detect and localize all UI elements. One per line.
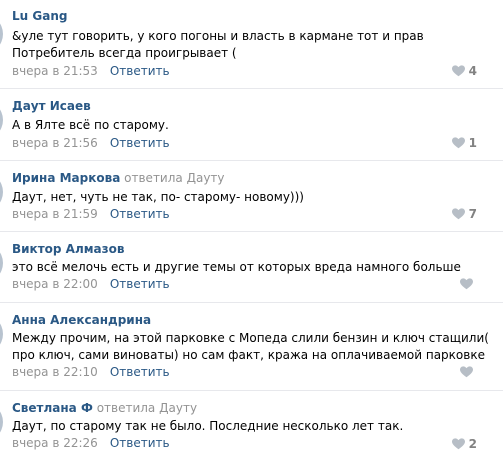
avatar[interactable] (0, 402, 3, 442)
comment-text: А в Ялте всё по старому. (12, 117, 169, 134)
reply-button[interactable]: Ответить (110, 64, 170, 78)
reply-button[interactable]: Ответить (110, 365, 170, 379)
comment-header: Анна Александрина (12, 313, 151, 327)
comment-meta: вчера в 21:53 Ответить (12, 64, 170, 78)
comment-header: Виктор Алмазов (12, 242, 124, 256)
comment-header: Светлана Ф ответила Дауту (12, 401, 197, 415)
comment-text-line: &уле тут говорить, у кого погоны и власт… (12, 29, 424, 43)
like-count: 2 (468, 437, 477, 451)
comment-text-line: Потребитель всегда проигрывает ( (12, 46, 237, 60)
heart-icon (451, 65, 465, 77)
divider (0, 88, 503, 89)
comment: Виктор Алмазов это всё мелочь есть и дру… (0, 231, 503, 302)
reply-button[interactable]: Ответить (110, 136, 170, 150)
heart-icon (451, 137, 465, 149)
comment-header: Даут Исаев (12, 99, 91, 113)
comment-text-line: Даут, нет, чуть не так, по- старому- нов… (12, 190, 304, 204)
author-link[interactable]: Светлана Ф (12, 401, 93, 415)
divider (0, 160, 503, 161)
like-count: 7 (468, 207, 477, 221)
comment-meta: вчера в 21:56 Ответить (12, 136, 170, 150)
like-count: 4 (468, 64, 477, 78)
avatar[interactable] (0, 172, 3, 212)
comment-header: Ирина Маркова ответила Дауту (12, 171, 225, 185)
comment-text: &уле тут говорить, у кого погоны и власт… (12, 28, 424, 62)
avatar[interactable] (0, 314, 3, 354)
comment-header: Lu Gang (12, 9, 67, 23)
divider (0, 231, 503, 232)
comment-meta: вчера в 22:00 Ответить (12, 277, 170, 291)
comment-text: Даут, по старому так не было. Последние … (12, 418, 403, 435)
avatar[interactable] (0, 243, 3, 283)
heart-icon (460, 366, 473, 378)
comment-meta: вчера в 21:59 Ответить (12, 207, 170, 221)
comment-text: Даут, нет, чуть не так, по- старому- нов… (12, 189, 304, 206)
comment-date[interactable]: вчера в 22:26 (12, 436, 98, 450)
comment: Lu Gang &уле тут говорить, у кого погоны… (0, 0, 503, 88)
heart-icon (451, 208, 465, 220)
like-button[interactable]: 2 (451, 437, 477, 451)
comment: Светлана Ф ответила Дауту Даут, по старо… (0, 390, 503, 460)
comment-text-line: А в Ялте всё по старому. (12, 118, 169, 132)
comment-text: это всё мелочь есть и другие темы от кот… (12, 259, 461, 276)
comment: Даут Исаев А в Ялте всё по старому. вчер… (0, 88, 503, 160)
author-link[interactable]: Анна Александрина (12, 313, 151, 327)
divider (0, 390, 503, 391)
like-button[interactable] (460, 366, 477, 378)
comment-date[interactable]: вчера в 21:53 (12, 64, 98, 78)
comment: Ирина Маркова ответила Дауту Даут, нет, … (0, 160, 503, 231)
like-button[interactable]: 7 (451, 207, 477, 221)
author-link[interactable]: Даут Исаев (12, 99, 91, 113)
replied-to-label: ответила (124, 171, 183, 185)
like-count: 1 (468, 136, 477, 150)
comment-text-line: Между прочим, на этой парковке с Мопеда … (12, 331, 489, 345)
reply-button[interactable]: Ответить (110, 207, 170, 221)
comments-feed: Lu Gang &уле тут говорить, у кого погоны… (0, 0, 503, 460)
comment-text-line: про ключ, сами виноваты) но сам факт, кр… (12, 348, 485, 362)
author-link[interactable]: Виктор Алмазов (12, 242, 124, 256)
like-button[interactable] (460, 278, 477, 290)
like-button[interactable]: 1 (451, 136, 477, 150)
replied-to-label: ответила (96, 401, 156, 415)
comment-date[interactable]: вчера в 22:00 (12, 277, 98, 291)
comment-date[interactable]: вчера в 22:10 (12, 365, 98, 379)
comment-text-line: это всё мелочь есть и другие темы от кот… (12, 260, 461, 274)
comment-date[interactable]: вчера в 21:59 (12, 207, 98, 221)
heart-icon (460, 278, 473, 290)
avatar[interactable] (0, 14, 3, 54)
comment-meta: вчера в 22:10 Ответить (12, 365, 170, 379)
comment-text-line: Даут, по старому так не было. Последние … (12, 419, 404, 433)
author-link[interactable]: Ирина Маркова (12, 171, 120, 185)
author-link[interactable]: Lu Gang (12, 9, 67, 23)
divider (0, 302, 503, 303)
replied-to-link[interactable]: Дауту (159, 401, 197, 415)
avatar[interactable] (0, 100, 3, 140)
comment-text: Между прочим, на этой парковке с Мопеда … (12, 330, 489, 364)
reply-button[interactable]: Ответить (110, 277, 170, 291)
comment: Анна Александрина Между прочим, на этой … (0, 302, 503, 390)
like-button[interactable]: 4 (451, 64, 477, 78)
reply-button[interactable]: Ответить (110, 436, 170, 450)
heart-icon (451, 438, 465, 450)
replied-to-link[interactable]: Дауту (187, 171, 225, 185)
comment-meta: вчера в 22:26 Ответить (12, 436, 170, 450)
comment-date[interactable]: вчера в 21:56 (12, 136, 98, 150)
